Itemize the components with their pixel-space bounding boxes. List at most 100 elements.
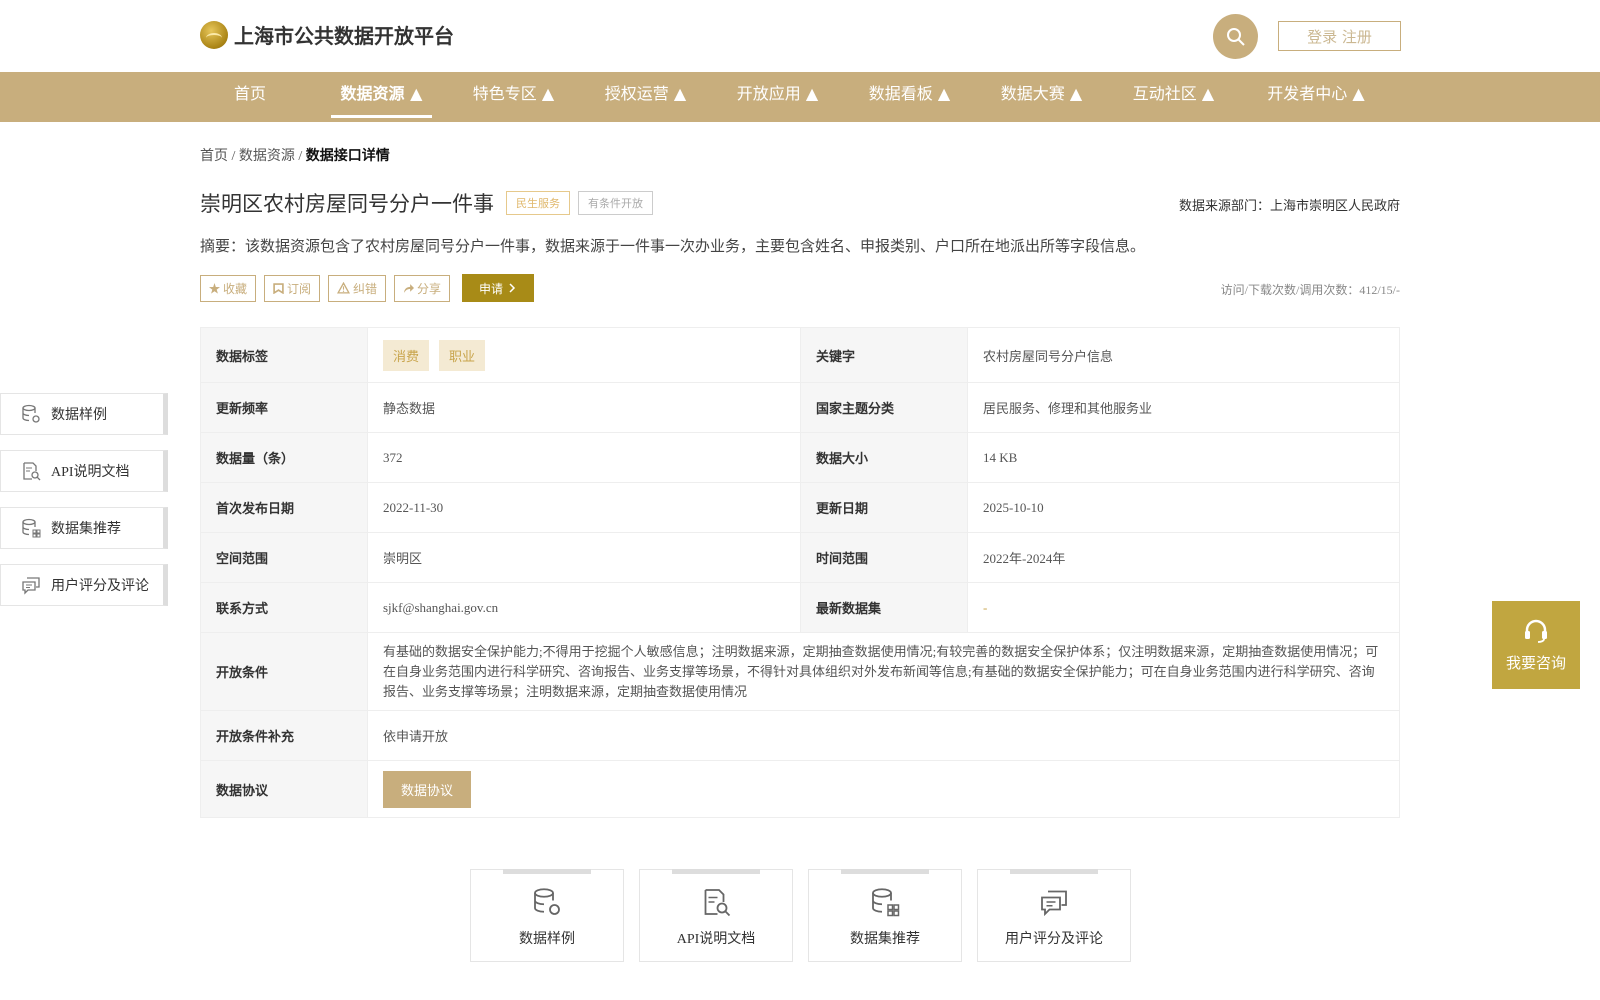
time-range-label: 时间范围 bbox=[800, 532, 968, 583]
data-size-value: 14 KB bbox=[967, 432, 1400, 483]
breadcrumb-separator: / bbox=[228, 149, 239, 164]
card-dataset-recommend[interactable]: 数据集推荐 bbox=[808, 869, 962, 962]
subscribe-button[interactable]: 订阅 bbox=[264, 274, 321, 302]
latest-dataset-label: 最新数据集 bbox=[800, 582, 968, 633]
database-gear-icon bbox=[534, 888, 560, 915]
nav-item-data-contest[interactable]: 数据大赛 ▲ bbox=[999, 72, 1084, 122]
open-condition-value: 有基础的数据安全保护能力;不得用于挖掘个人敏感信息；注明数据来源，定期抽查数据使… bbox=[367, 632, 1400, 711]
theme-label: 国家主题分类 bbox=[800, 382, 968, 433]
table-row: 数据标签 消费 职业 关键字 农村房屋同号分户信息 bbox=[200, 327, 1400, 383]
open-condition-extra-label: 开放条件补充 bbox=[200, 710, 368, 761]
logo-icon bbox=[200, 20, 228, 49]
section-cards: 数据样例 API说明文档 数据集推荐 用户评分及评论 bbox=[470, 869, 1146, 962]
table-row: 数据量（条） 372 数据大小 14 KB bbox=[200, 432, 1400, 483]
title-row: 崇明区农村房屋同号分户一件事 民生服务 有条件开放 bbox=[200, 188, 653, 218]
open-condition-label: 开放条件 bbox=[200, 632, 368, 711]
search-button[interactable] bbox=[1213, 14, 1258, 59]
report-error-button[interactable]: 纠错 bbox=[328, 274, 387, 302]
source-department: 数据来源部门：上海市崇明区人民政府 bbox=[1178, 199, 1400, 214]
breadcrumb-home[interactable]: 首页 bbox=[200, 149, 228, 164]
site-logo[interactable]: 上海市公共数据开放平台 bbox=[200, 20, 454, 49]
time-range-value: 2022年-2024年 bbox=[967, 532, 1400, 583]
card-rating-comments[interactable]: 用户评分及评论 bbox=[977, 869, 1131, 962]
side-nav: 数据样例 API说明文档 数据集推荐 用户评分及评论 bbox=[0, 393, 168, 621]
nav-item-home[interactable]: 首页 bbox=[234, 72, 266, 122]
card-label: 数据样例 bbox=[519, 932, 575, 947]
favorite-button[interactable]: 收藏 bbox=[200, 274, 257, 302]
headset-icon bbox=[1525, 619, 1547, 643]
update-date-label: 更新日期 bbox=[800, 482, 968, 533]
card-data-sample[interactable]: 数据样例 bbox=[470, 869, 624, 962]
keyword-value: 农村房屋同号分户信息 bbox=[967, 327, 1400, 383]
database-grid-icon bbox=[22, 518, 41, 538]
apply-button[interactable]: 申请 bbox=[462, 274, 535, 302]
side-item-label: API说明文档 bbox=[51, 465, 130, 480]
record-count-value: 372 bbox=[367, 432, 801, 483]
main-nav: 首页 数据资源 ▲ 特色专区 ▲ 授权运营 ▲ 开放应用 ▲ 数据看板 ▲ 数据… bbox=[0, 72, 1600, 122]
protocol-cell: 数据协议 bbox=[367, 760, 1400, 818]
action-bar: 收藏 订阅 纠错 分享 申请 bbox=[200, 274, 535, 302]
contact-value[interactable]: sjkf@shanghai.gov.cn bbox=[367, 582, 801, 633]
nav-item-developer-center[interactable]: 开发者中心 ▲ bbox=[1265, 72, 1367, 122]
service-tag: 民生服务 bbox=[506, 191, 570, 215]
breadcrumb-resources[interactable]: 数据资源 bbox=[239, 149, 295, 164]
side-item-rating-comments[interactable]: 用户评分及评论 bbox=[0, 564, 168, 606]
card-label: 数据集推荐 bbox=[850, 932, 920, 947]
open-condition-extra-value: 依申请开放 bbox=[367, 710, 1400, 761]
star-icon bbox=[209, 282, 220, 294]
share-label: 分享 bbox=[417, 281, 442, 296]
table-row: 更新频率 静态数据 国家主题分类 居民服务、修理和其他服务业 bbox=[200, 382, 1400, 433]
nav-item-open-apps[interactable]: 开放应用 ▲ bbox=[735, 72, 820, 122]
nav-item-data-dashboard[interactable]: 数据看板 ▲ bbox=[867, 72, 952, 122]
warning-icon bbox=[337, 282, 351, 294]
document-search-icon bbox=[704, 889, 731, 917]
comment-icon bbox=[22, 577, 40, 595]
nav-item-special-zone[interactable]: 特色专区 ▲ bbox=[471, 72, 556, 122]
nav-item-authorized-operation[interactable]: 授权运营 ▲ bbox=[603, 72, 688, 122]
spatial-range-label: 空间范围 bbox=[200, 532, 368, 583]
tag-chip[interactable]: 消费 bbox=[383, 339, 430, 371]
table-row: 空间范围 崇明区 时间范围 2022年-2024年 bbox=[200, 532, 1400, 583]
data-protocol-button[interactable]: 数据协议 bbox=[383, 770, 472, 808]
tags-label: 数据标签 bbox=[200, 327, 368, 383]
side-item-data-sample[interactable]: 数据样例 bbox=[0, 393, 168, 435]
favorite-label: 收藏 bbox=[223, 281, 248, 296]
share-icon bbox=[404, 283, 415, 293]
table-row: 联系方式 sjkf@shanghai.gov.cn 最新数据集 - bbox=[200, 582, 1400, 633]
table-row: 开放条件 有基础的数据安全保护能力;不得用于挖掘个人敏感信息；注明数据来源，定期… bbox=[200, 632, 1400, 711]
comment-icon bbox=[1041, 890, 1067, 917]
data-size-label: 数据大小 bbox=[800, 432, 968, 483]
theme-value: 居民服务、修理和其他服务业 bbox=[967, 382, 1400, 433]
visit-stats: 访问/下载次数/调用次数：412/15/- bbox=[1220, 283, 1400, 297]
nav-item-data-resources[interactable]: 数据资源 ▲ bbox=[331, 72, 432, 122]
side-item-label: 数据集推荐 bbox=[51, 522, 121, 537]
protocol-label: 数据协议 bbox=[200, 760, 368, 818]
side-item-label: 用户评分及评论 bbox=[51, 579, 149, 594]
tag-chip[interactable]: 职业 bbox=[439, 339, 486, 371]
database-grid-icon bbox=[872, 888, 900, 917]
chevron-right-icon bbox=[509, 283, 516, 293]
share-button[interactable]: 分享 bbox=[394, 274, 451, 302]
breadcrumb-current: 数据接口详情 bbox=[305, 149, 390, 164]
document-search-icon bbox=[23, 462, 41, 481]
side-item-dataset-recommend[interactable]: 数据集推荐 bbox=[0, 507, 168, 549]
side-item-label: 数据样例 bbox=[51, 408, 107, 423]
bookmark-icon bbox=[273, 282, 284, 294]
breadcrumb-separator: / bbox=[294, 149, 306, 164]
consult-label: 我要咨询 bbox=[1505, 653, 1566, 672]
first-publish-value: 2022-11-30 bbox=[367, 482, 801, 533]
spatial-range-value: 崇明区 bbox=[367, 532, 801, 583]
card-label: API说明文档 bbox=[676, 932, 756, 947]
side-item-api-doc[interactable]: API说明文档 bbox=[0, 450, 168, 492]
report-label: 纠错 bbox=[353, 281, 378, 296]
consult-button[interactable]: 我要咨询 bbox=[1492, 601, 1580, 689]
latest-dataset-value[interactable]: - bbox=[967, 582, 1400, 633]
first-publish-label: 首次发布日期 bbox=[200, 482, 368, 533]
frequency-label: 更新频率 bbox=[200, 382, 368, 433]
card-api-doc[interactable]: API说明文档 bbox=[639, 869, 793, 962]
login-register-button[interactable]: 登录 注册 bbox=[1278, 21, 1401, 51]
apply-label: 申请 bbox=[479, 281, 504, 296]
nav-item-community[interactable]: 互动社区 ▲ bbox=[1131, 72, 1216, 122]
info-table: 数据标签 消费 职业 关键字 农村房屋同号分户信息 更新频率 静态数据 国家主题分… bbox=[200, 327, 1400, 818]
site-title: 上海市公共数据开放平台 bbox=[234, 24, 454, 48]
